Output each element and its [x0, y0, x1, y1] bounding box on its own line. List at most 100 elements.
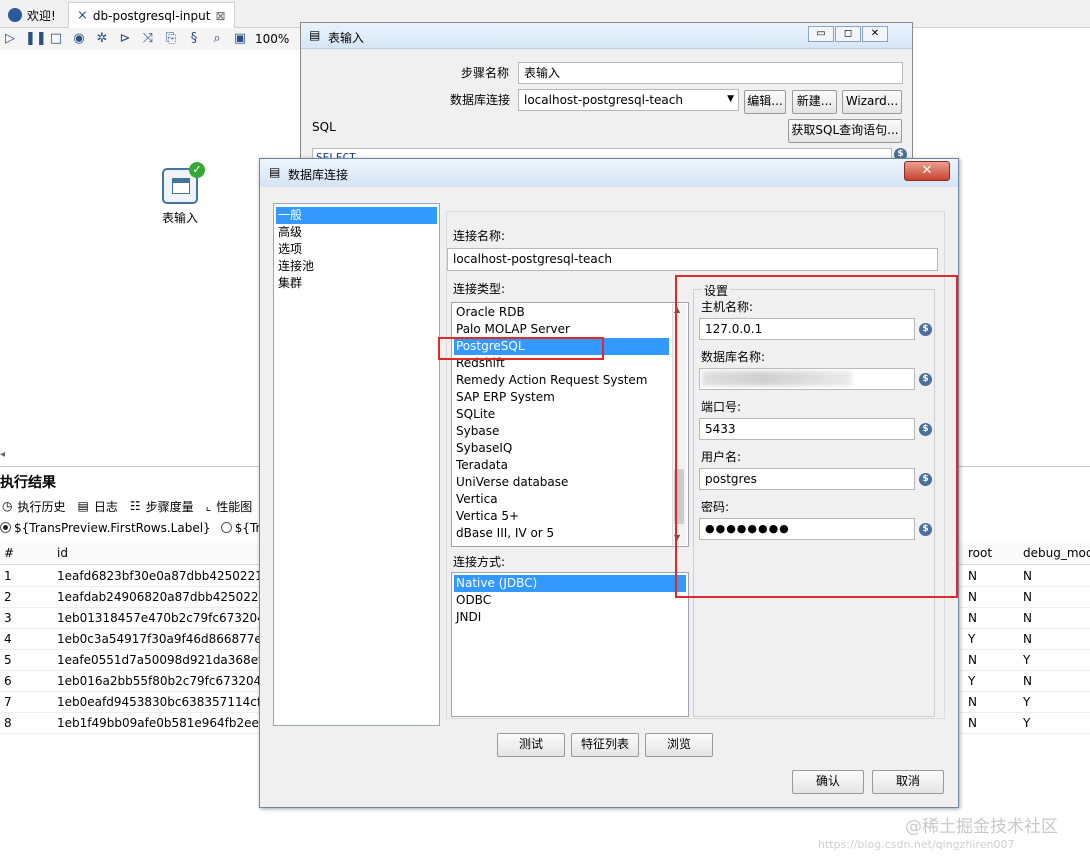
- db-connection-value: localhost-postgresql-teach: [524, 93, 683, 107]
- step-name-field[interactable]: 表输入: [518, 62, 903, 84]
- col-root[interactable]: root: [968, 546, 992, 560]
- sql-label: SQL: [312, 120, 336, 134]
- cancel-button[interactable]: 取消: [872, 770, 944, 794]
- dialog-titlebar[interactable]: ▤ 数据库连接: [260, 159, 958, 187]
- step-label: 表输入: [162, 211, 199, 225]
- cell-debug: N: [1023, 632, 1032, 646]
- preview-icon[interactable]: ◉: [71, 31, 87, 47]
- cell-root: Y: [968, 632, 976, 646]
- connection-type-item[interactable]: SybaseIQ: [454, 440, 669, 457]
- log-icon: ▤: [77, 499, 89, 513]
- access-type-item[interactable]: JNDI: [454, 609, 686, 626]
- connection-type-item[interactable]: Sybase: [454, 423, 669, 440]
- db-connection-label: 数据库连接: [450, 93, 511, 107]
- nav-item[interactable]: 集群: [276, 275, 437, 292]
- db-connection-select[interactable]: localhost-postgresql-teach ▼: [518, 89, 739, 111]
- tab-performance[interactable]: ⌞ 性能图: [204, 495, 257, 517]
- transformation-icon: ⨯: [77, 8, 88, 23]
- tab-transformation-label: db-postgresql-input: [92, 8, 211, 23]
- wizard-button[interactable]: Wizard...: [842, 90, 902, 114]
- tab-history[interactable]: ◷ 执行历史: [0, 495, 70, 517]
- cell-id: 1eb0c3a54917f30a9f46d866877ec2: [57, 632, 277, 646]
- close-icon[interactable]: ✕: [862, 26, 888, 42]
- cell-num: 6: [4, 674, 12, 688]
- run-toolbar: ▷ ❚❚ □ ◉ ✲ ⊳ ⤨ ⎘ § ⌕ ▣ 100%: [0, 28, 300, 50]
- results-tabs: ◷ 执行历史 ▤ 日志 ☷ 步骤度量 ⌞ 性能图: [0, 495, 256, 517]
- connection-type-item[interactable]: SAP ERP System: [454, 389, 669, 406]
- cell-root: N: [968, 590, 977, 604]
- zoom-level[interactable]: 100%: [255, 32, 289, 46]
- sql-icon[interactable]: §: [186, 31, 202, 47]
- get-sql-button[interactable]: 获取SQL查询语句...: [788, 119, 902, 143]
- dialog-titlebar[interactable]: ▤ 表输入 ▭ ◻ ✕: [301, 23, 912, 49]
- connection-type-item[interactable]: dBase III, IV or 5: [454, 525, 669, 542]
- nav-item[interactable]: 一般: [276, 207, 437, 224]
- tab-transformation[interactable]: ⨯ db-postgresql-input ⊠: [68, 2, 235, 28]
- close-tab-icon[interactable]: ⊠: [215, 9, 225, 23]
- cell-id: 1eb0eafd9453830bc638357114cfbf: [57, 695, 273, 709]
- radio-first-rows[interactable]: ${TransPreview.FirstRows.Label}: [0, 521, 211, 535]
- dialog-icon: ▤: [309, 28, 321, 42]
- tab-log[interactable]: ▤ 日志: [76, 495, 122, 517]
- debug-icon[interactable]: ✲: [94, 31, 110, 47]
- cell-debug: N: [1023, 590, 1032, 604]
- connection-type-item[interactable]: Palo MOLAP Server: [454, 321, 669, 338]
- nav-item[interactable]: 高级: [276, 224, 437, 241]
- cell-debug: Y: [1023, 653, 1031, 667]
- metrics-icon: ☷: [129, 499, 141, 513]
- maximize-icon[interactable]: ◻: [835, 26, 861, 42]
- edit-button[interactable]: 编辑...: [744, 90, 786, 114]
- cell-root: N: [968, 653, 977, 667]
- connection-type-item[interactable]: Teradata: [454, 457, 669, 474]
- cell-root: N: [968, 611, 977, 625]
- cell-num: 2: [4, 590, 12, 604]
- col-debug[interactable]: debug_moc: [1023, 546, 1090, 560]
- check-icon: ✓: [189, 162, 205, 178]
- access-label: 连接方式:: [453, 555, 506, 569]
- col-id[interactable]: id: [57, 546, 68, 560]
- highlight-postgresql: [438, 337, 604, 360]
- browse-button[interactable]: 浏览: [645, 733, 713, 757]
- connection-type-label: 连接类型:: [453, 282, 506, 296]
- table-input-step[interactable]: ✓: [162, 162, 205, 208]
- tab-step-metrics[interactable]: ☷ 步骤度量: [128, 495, 198, 517]
- highlight-settings: [675, 275, 958, 598]
- explore-db-icon[interactable]: ⌕: [209, 31, 225, 47]
- ok-button[interactable]: 确认: [792, 770, 864, 794]
- connection-type-item[interactable]: Remedy Action Request System: [454, 372, 669, 389]
- replay-icon[interactable]: ⊳: [117, 31, 133, 47]
- access-type-item[interactable]: ODBC: [454, 592, 686, 609]
- access-type-item[interactable]: Native (JDBC): [454, 575, 686, 592]
- connection-type-item[interactable]: Vertica 5+: [454, 508, 669, 525]
- col-num[interactable]: #: [4, 546, 14, 560]
- show-results-icon[interactable]: ▣: [232, 31, 248, 47]
- connection-type-item[interactable]: Vertica: [454, 491, 669, 508]
- cell-num: 3: [4, 611, 12, 625]
- dialog-title: 表输入: [328, 31, 365, 45]
- cell-id: 1eafe0551d7a50098d921da368efd: [57, 653, 270, 667]
- settings-nav: 一般 高级 选项 连接池 集群: [273, 203, 440, 726]
- connection-type-item[interactable]: UniVerse database: [454, 474, 669, 491]
- test-button[interactable]: 测试: [497, 733, 565, 757]
- run-icon[interactable]: ▷: [2, 31, 18, 47]
- collapse-icon[interactable]: ◂: [0, 449, 5, 460]
- connection-type-item[interactable]: SQLite: [454, 406, 669, 423]
- close-icon[interactable]: ✕: [904, 161, 950, 181]
- new-button[interactable]: 新建...: [792, 90, 837, 114]
- pause-icon[interactable]: ❚❚: [25, 31, 47, 47]
- verify-icon[interactable]: ⤨: [140, 31, 156, 47]
- nav-item[interactable]: 连接池: [276, 258, 437, 275]
- stop-icon[interactable]: □: [48, 31, 64, 47]
- tab-welcome-label: 欢迎!: [27, 8, 56, 23]
- chart-icon: ⌞: [205, 499, 212, 513]
- preview-radio-row: ${TransPreview.FirstRows.Label} ${Trans: [0, 521, 282, 535]
- cell-debug: Y: [1023, 695, 1031, 709]
- connection-type-item[interactable]: Oracle RDB: [454, 304, 669, 321]
- features-button[interactable]: 特征列表: [571, 733, 639, 757]
- connection-name-field[interactable]: localhost-postgresql-teach: [447, 248, 938, 271]
- minimize-icon[interactable]: ▭: [808, 26, 834, 42]
- impact-icon[interactable]: ⎘: [163, 31, 179, 47]
- cell-id: 1eafdab24906820a87dbb42502214: [57, 590, 274, 604]
- nav-item[interactable]: 选项: [276, 241, 437, 258]
- tab-welcome[interactable]: 欢迎!: [0, 2, 64, 28]
